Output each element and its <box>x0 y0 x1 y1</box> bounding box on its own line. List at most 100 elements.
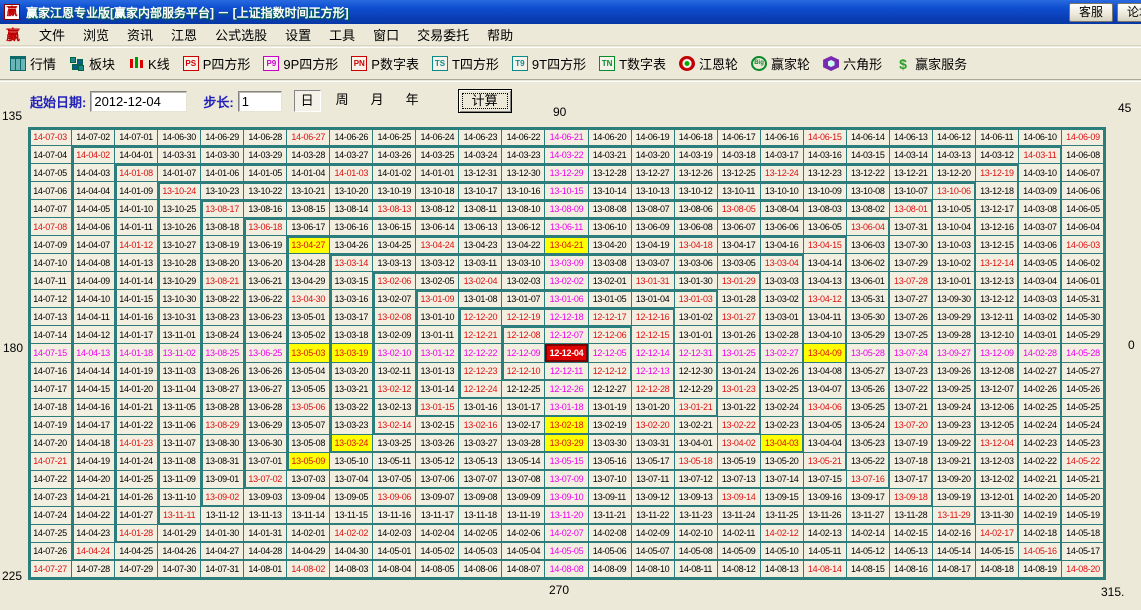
date-cell[interactable]: 13-03-01 <box>761 308 804 326</box>
date-cell[interactable]: 13-11-27 <box>847 507 890 525</box>
date-cell[interactable]: 13-04-28 <box>287 254 330 272</box>
date-cell[interactable]: 13-11-24 <box>718 507 761 525</box>
date-cell[interactable]: 13-12-15 <box>976 236 1019 254</box>
date-cell[interactable]: 14-08-13 <box>761 561 804 579</box>
date-cell[interactable]: 14-01-31 <box>244 525 287 543</box>
date-cell[interactable]: 13-12-31 <box>459 164 502 182</box>
date-cell[interactable]: 14-06-05 <box>1062 200 1105 218</box>
date-cell[interactable]: 13-01-29 <box>718 272 761 290</box>
date-cell[interactable]: 13-04-20 <box>589 236 632 254</box>
date-cell[interactable]: 14-05-14 <box>933 543 976 561</box>
date-cell[interactable]: 13-04-17 <box>718 236 761 254</box>
date-cell[interactable]: 13-12-06 <box>976 399 1019 417</box>
date-cell[interactable]: 13-01-25 <box>718 344 761 362</box>
date-cell[interactable]: 13-07-24 <box>890 344 933 362</box>
date-cell[interactable]: 13-05-28 <box>847 344 890 362</box>
date-cell[interactable]: 13-08-03 <box>804 200 847 218</box>
date-cell[interactable]: 13-08-29 <box>201 417 244 435</box>
date-cell[interactable]: 13-02-12 <box>373 381 416 399</box>
date-cell[interactable]: 13-10-27 <box>158 236 201 254</box>
date-cell[interactable]: 13-11-01 <box>158 326 201 344</box>
menu-item-9[interactable]: 交易委托 <box>408 26 478 45</box>
date-cell[interactable]: 13-11-10 <box>158 489 201 507</box>
date-cell[interactable]: 13-09-17 <box>847 489 890 507</box>
date-cell[interactable]: 13-07-21 <box>890 399 933 417</box>
date-cell[interactable]: 13-04-15 <box>804 236 847 254</box>
date-cell[interactable]: 14-08-18 <box>976 561 1019 579</box>
date-cell[interactable]: 13-06-14 <box>416 218 459 236</box>
date-cell[interactable]: 12-12-06 <box>589 326 632 344</box>
date-cell[interactable]: 14-06-22 <box>502 128 545 146</box>
date-cell[interactable]: 14-06-15 <box>804 128 847 146</box>
date-cell[interactable]: 14-02-08 <box>589 525 632 543</box>
date-cell[interactable]: 13-05-01 <box>287 308 330 326</box>
date-cell[interactable]: 12-12-29 <box>675 381 718 399</box>
date-cell[interactable]: 14-04-02 <box>72 146 115 164</box>
date-cell[interactable]: 14-05-18 <box>1062 525 1105 543</box>
date-cell[interactable]: 14-03-26 <box>373 146 416 164</box>
customer-service-button[interactable]: 客服 <box>1069 3 1113 22</box>
date-cell[interactable]: 13-10-10 <box>761 182 804 200</box>
date-cell[interactable]: 13-08-22 <box>201 290 244 308</box>
date-cell[interactable]: 12-12-09 <box>502 344 545 362</box>
date-cell[interactable]: 13-04-01 <box>675 435 718 453</box>
date-cell[interactable]: 14-07-06 <box>29 182 72 200</box>
date-cell[interactable]: 13-09-19 <box>933 489 976 507</box>
date-cell[interactable]: 14-06-21 <box>545 128 588 146</box>
date-cell[interactable]: 13-08-06 <box>675 200 718 218</box>
date-cell[interactable]: 13-01-31 <box>632 272 675 290</box>
date-cell[interactable]: 14-01-09 <box>115 182 158 200</box>
date-cell[interactable]: 14-07-08 <box>29 218 72 236</box>
date-cell[interactable]: 13-09-13 <box>675 489 718 507</box>
date-cell[interactable]: 14-08-08 <box>545 561 588 579</box>
date-cell[interactable]: 13-11-05 <box>158 399 201 417</box>
date-cell[interactable]: 13-05-18 <box>675 453 718 471</box>
date-cell[interactable]: 13-02-06 <box>373 272 416 290</box>
date-cell[interactable]: 13-10-09 <box>804 182 847 200</box>
date-cell[interactable]: 13-08-20 <box>201 254 244 272</box>
date-cell[interactable]: 14-04-25 <box>115 543 158 561</box>
date-cell[interactable]: 13-01-30 <box>675 272 718 290</box>
menu-item-10[interactable]: 帮助 <box>478 26 522 45</box>
date-cell[interactable]: 13-01-15 <box>416 399 459 417</box>
date-cell[interactable]: 13-10-29 <box>158 272 201 290</box>
date-cell[interactable]: 13-05-13 <box>459 453 502 471</box>
date-cell[interactable]: 13-05-16 <box>589 453 632 471</box>
date-cell[interactable]: 14-04-07 <box>72 236 115 254</box>
date-cell[interactable]: 13-07-23 <box>890 363 933 381</box>
date-cell[interactable]: 13-05-24 <box>847 417 890 435</box>
date-cell[interactable]: 14-02-16 <box>933 525 976 543</box>
date-cell[interactable]: 14-02-17 <box>976 525 1019 543</box>
date-cell[interactable]: 13-06-16 <box>330 218 373 236</box>
date-cell[interactable]: 14-05-08 <box>675 543 718 561</box>
date-cell[interactable]: 13-01-16 <box>459 399 502 417</box>
date-cell[interactable]: 13-02-09 <box>373 326 416 344</box>
date-cell[interactable]: 13-10-13 <box>632 182 675 200</box>
date-cell[interactable]: 13-04-19 <box>632 236 675 254</box>
date-cell[interactable]: 14-01-22 <box>115 417 158 435</box>
date-cell[interactable]: 13-06-29 <box>244 417 287 435</box>
date-cell[interactable]: 14-03-03 <box>1019 290 1062 308</box>
toolbar-item-K线[interactable]: K线 <box>128 54 170 73</box>
date-cell[interactable]: 14-01-05 <box>244 164 287 182</box>
date-cell[interactable]: 14-03-02 <box>1019 308 1062 326</box>
date-cell[interactable]: 13-01-26 <box>718 326 761 344</box>
date-cell[interactable]: 13-10-14 <box>589 182 632 200</box>
date-cell[interactable]: 13-12-11 <box>976 308 1019 326</box>
date-cell[interactable]: 13-07-09 <box>545 471 588 489</box>
date-cell[interactable]: 14-06-06 <box>1062 182 1105 200</box>
date-cell[interactable]: 13-07-27 <box>890 290 933 308</box>
date-cell[interactable]: 14-05-22 <box>1062 453 1105 471</box>
date-cell[interactable]: 13-08-04 <box>761 200 804 218</box>
date-cell[interactable]: 14-08-09 <box>589 561 632 579</box>
date-cell[interactable]: 14-06-26 <box>330 128 373 146</box>
date-cell[interactable]: 13-10-03 <box>933 236 976 254</box>
date-cell[interactable]: 14-01-29 <box>158 525 201 543</box>
date-cell[interactable]: 13-06-02 <box>847 254 890 272</box>
date-cell[interactable]: 12-12-21 <box>459 326 502 344</box>
date-cell[interactable]: 14-03-05 <box>1019 254 1062 272</box>
date-cell[interactable]: 14-04-27 <box>201 543 244 561</box>
date-cell[interactable]: 14-05-16 <box>1019 543 1062 561</box>
date-cell[interactable]: 13-05-25 <box>847 399 890 417</box>
date-cell[interactable]: 14-04-22 <box>72 507 115 525</box>
